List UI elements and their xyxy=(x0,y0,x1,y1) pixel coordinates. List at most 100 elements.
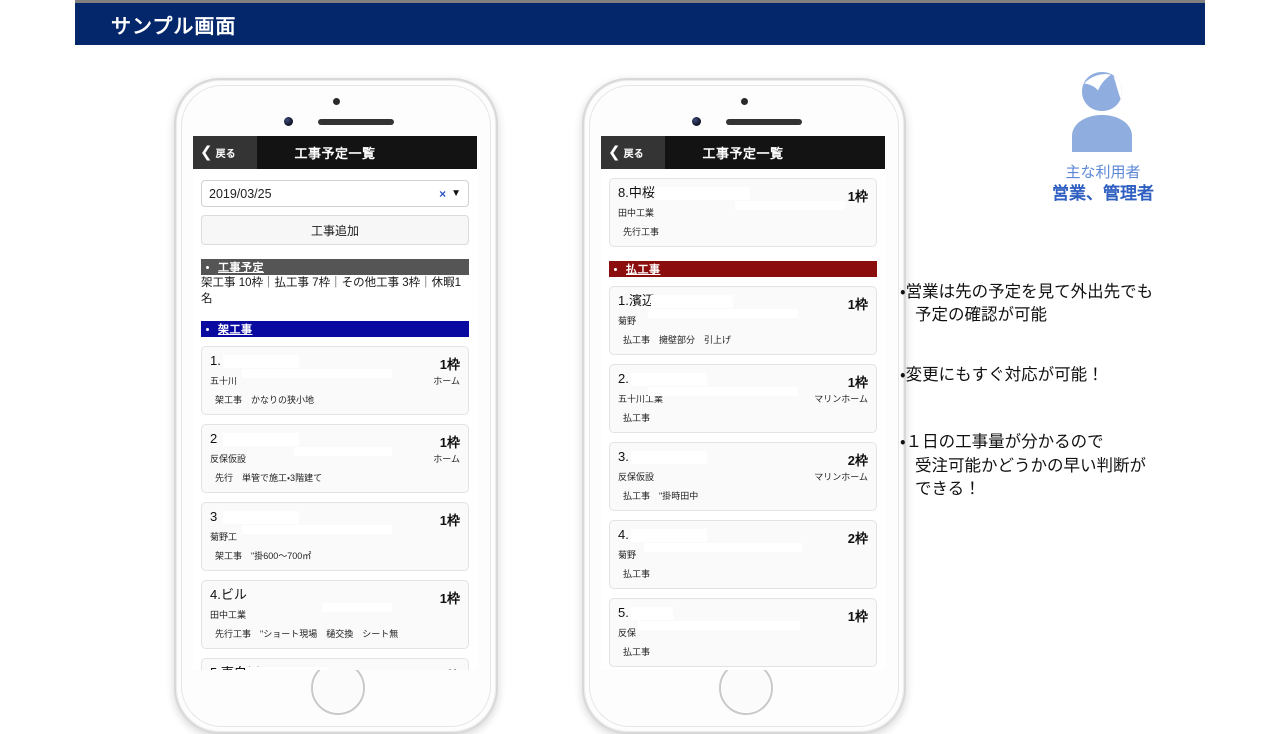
card-slot-count: 2枠 xyxy=(847,453,868,468)
page-title: サンプル画面 xyxy=(111,15,237,38)
card-tags: 架工事 かなりの狭小地 xyxy=(215,395,315,406)
card-slot-count: 1枠 xyxy=(439,591,460,607)
construction-card[interactable]: 2. 1枠 五十川工業 マリンホーム 払工事 xyxy=(609,364,877,433)
section-header-schedule: 工事予定 xyxy=(201,259,469,275)
card-slot-count: 1枠 xyxy=(847,375,868,390)
card-slot-count: 1枠 xyxy=(439,513,460,529)
redaction-bar xyxy=(735,201,845,210)
phone-mockup-left: ❮ 戻る 工事予定一覧 2019/03/25 × ▼ 工事追加 工事予定 架工事… xyxy=(174,78,498,734)
redaction-bar xyxy=(248,667,328,670)
card-company-name: 反保仮設 xyxy=(618,472,655,482)
bullet-3-line3: できる！ xyxy=(915,480,981,499)
bullet-dot-icon xyxy=(206,265,209,269)
date-input-left[interactable]: 2019/03/25 × ▼ xyxy=(201,180,469,207)
date-value: 2019/03/25 xyxy=(209,186,272,201)
chevron-down-icon[interactable]: ▼ xyxy=(451,188,461,199)
card-tags: 架工事 "掛600〜700㎡ xyxy=(215,551,312,562)
redaction-bar xyxy=(655,187,750,200)
redaction-bar xyxy=(631,529,707,542)
construction-card[interactable]: 8.中桜 1枠 田中工業 先行工事 xyxy=(609,178,877,247)
card-company-name: 五十川 xyxy=(210,376,238,387)
section-header-harai: 払工事 xyxy=(609,261,877,277)
construction-card[interactable]: 3. 2枠 反保仮設 マリンホーム 払工事 "掛時田中 xyxy=(609,442,877,511)
user-avatar-icon xyxy=(1072,72,1132,152)
section-header-label: 工事予定 xyxy=(218,262,264,274)
card-site-name: 1.濱辺 xyxy=(618,294,842,308)
clear-icon[interactable]: × xyxy=(439,187,446,201)
persona-label-line1: 主な利用者 xyxy=(1065,164,1141,181)
construction-list-right: 8.中桜 1枠 田中工業 先行工事 払工事 1.濱辺 1枠 菊野 払工事 擁壁部分 引上げ 2. 1… xyxy=(609,178,877,670)
nav-title-right: 工事予定一覧 xyxy=(702,146,784,161)
chevron-left-icon: ❮ xyxy=(608,144,621,161)
card-row-title: 3. 2枠 xyxy=(618,450,868,469)
construction-card[interactable]: 1.濱辺 1枠 菊野 払工事 擁壁部分 引上げ xyxy=(609,286,877,355)
construction-card[interactable]: 2 1枠 反保仮設 ホーム 先行 単管で施工・3階建て xyxy=(201,424,469,494)
card-slot-count: 1枠 xyxy=(847,297,868,312)
card-company-name: 菊野工 xyxy=(210,532,238,543)
redaction-bar xyxy=(223,355,299,368)
back-button-left[interactable]: ❮ 戻る xyxy=(193,136,257,169)
persona-label-line2: 営業、管理者 xyxy=(1052,184,1154,204)
bullet-3-line1: １日の工事量が分かるので xyxy=(905,433,1104,452)
card-customer-name: ホーム xyxy=(433,376,460,387)
schedule-summary-text: 架工事 10枠｜払工事 7枠｜その他工事 3枠｜休暇1名 xyxy=(201,277,462,305)
add-construction-label: 工事追加 xyxy=(310,223,359,238)
card-tags: 払工事 擁壁部分 引上げ xyxy=(623,335,732,345)
section-header-label: 払工事 xyxy=(626,264,661,276)
nav-bar-left: ❮ 戻る 工事予定一覧 xyxy=(193,136,477,169)
nav-bar-right: ❮ 戻る 工事予定一覧 xyxy=(601,136,885,169)
card-site-name: 3 xyxy=(210,510,434,524)
card-site-name: 4. xyxy=(618,528,842,542)
construction-card[interactable]: 1. 1枠 五十川 ホーム 架工事 かなりの狭小地 xyxy=(201,346,469,416)
redaction-bar xyxy=(223,433,299,446)
card-tags: 払工事 xyxy=(623,569,651,579)
card-row-title: 5.東白川 2枠 xyxy=(210,666,460,670)
card-customer-name: ホーム xyxy=(433,454,460,465)
construction-card[interactable]: 5.東白川2枠五十川仮架工事 xyxy=(201,658,469,670)
card-site-name: 5. xyxy=(618,606,842,620)
bullet-1-line2: 予定の確認が可能 xyxy=(915,306,1047,325)
card-row-company: 反保仮設 マリンホーム xyxy=(618,470,868,483)
card-slot-count: 1枠 xyxy=(439,435,460,451)
construction-card[interactable]: 4.ビル 1枠 田中工業 先行工事 "ショート現場 樋交換 シート無 xyxy=(201,580,469,650)
redaction-bar xyxy=(631,607,673,620)
redaction-bar xyxy=(644,543,802,552)
card-slot-count: 1枠 xyxy=(847,189,868,204)
bullet-dot-icon xyxy=(206,327,209,331)
redaction-bar xyxy=(648,309,798,318)
redaction-bar xyxy=(294,447,392,457)
proximity-sensor-icon xyxy=(740,98,748,105)
nav-title-left: 工事予定一覧 xyxy=(294,146,376,161)
front-camera-icon xyxy=(284,117,293,126)
phone-right-body: 8.中桜 1枠 田中工業 先行工事 払工事 1.濱辺 1枠 菊野 払工事 擁壁部分 引上げ 2. 1… xyxy=(601,178,885,670)
phone-right-screen: ❮ 戻る 工事予定一覧 8.中桜 1枠 田中工業 先行工事 払工事 1.濱辺 1枠 菊野 払工事… xyxy=(601,136,885,670)
card-slot-count: 1枠 xyxy=(439,357,460,373)
redaction-bar xyxy=(631,451,707,464)
persona-avatar xyxy=(1058,66,1146,159)
bullet-item-1: ・営業は先の予定を見て外出先でも 予定の確認が可能 xyxy=(900,281,1270,328)
construction-card[interactable]: 5. 1枠 反保 払工事 xyxy=(609,598,877,667)
bullet-spacer xyxy=(900,328,1270,364)
persona-label: 主な利用者 営業、管理者 xyxy=(1008,163,1198,206)
bullet-dot-icon xyxy=(614,267,617,271)
card-company-name: 反保 xyxy=(618,628,637,638)
bullet-item-2: ・変更にもすぐ対応が可能！ xyxy=(900,364,1270,387)
construction-card[interactable]: 3 1枠菊野工架工事 "掛600〜700㎡ xyxy=(201,502,469,572)
section-header-kakou: 架工事 xyxy=(201,321,469,338)
bullet-3-line2: 受注可能かどうかの早い判断が xyxy=(915,456,1146,475)
page-title-bar: サンプル画面 xyxy=(75,3,1205,45)
back-button-right[interactable]: ❮ 戻る xyxy=(601,136,665,169)
card-site-name: 3. xyxy=(618,450,842,464)
back-button-label: 戻る xyxy=(623,149,644,160)
card-tags: 先行 単管で施工・3階建て xyxy=(215,473,323,484)
redaction-bar xyxy=(223,511,299,524)
redaction-bar xyxy=(631,373,707,386)
card-site-name: 2. xyxy=(618,372,842,386)
card-company-name: 反保仮設 xyxy=(210,454,247,465)
redaction-bar xyxy=(638,621,800,630)
add-construction-button[interactable]: 工事追加 xyxy=(201,215,469,245)
redaction-bar xyxy=(242,369,392,379)
card-tags: 払工事 xyxy=(623,413,651,423)
card-tags: 先行工事 "ショート現場 樋交換 シート無 xyxy=(215,629,399,640)
construction-card[interactable]: 4. 2枠 菊野 払工事 xyxy=(609,520,877,589)
